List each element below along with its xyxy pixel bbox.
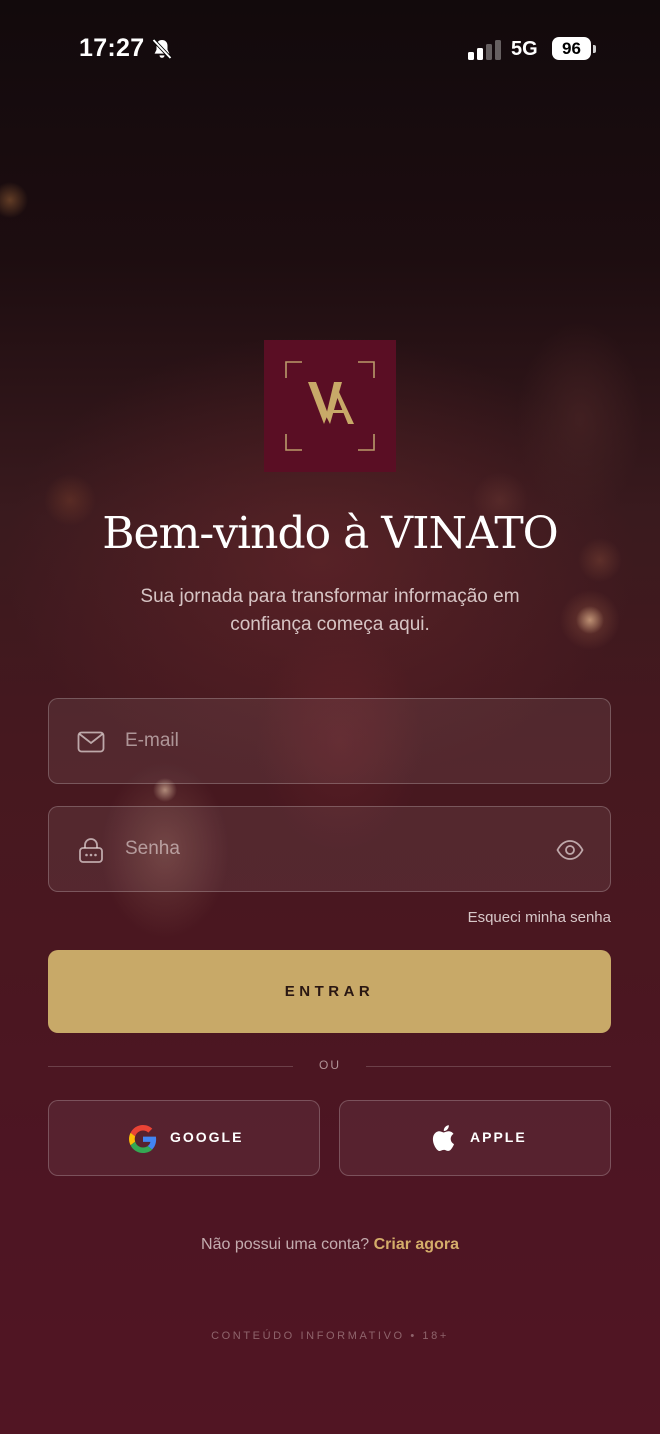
signup-prompt: Não possui uma conta? [201, 1236, 370, 1253]
battery-level: 96 [552, 37, 591, 60]
logo-mark-icon [285, 361, 375, 451]
apple-icon [432, 1125, 454, 1151]
password-placeholder: Senha [125, 838, 180, 859]
status-time: 17:27 [79, 34, 145, 62]
status-bar: 17:27 5G 96 [0, 0, 660, 100]
google-label: GOOGLE [170, 1129, 244, 1145]
login-screen: 17:27 5G 96 Bem-vindo à VINATO Sua jorna… [0, 0, 660, 1434]
forgot-password-link[interactable]: Esqueci minha senha [468, 909, 611, 926]
lock-icon [79, 838, 103, 863]
footer-disclaimer: CONTEÚDO INFORMATIVO • 18+ [211, 1330, 449, 1342]
divider-right [366, 1066, 611, 1067]
google-login-button[interactable]: GOOGLE [48, 1100, 320, 1176]
page-subtitle: Sua jornada para transformar informação … [140, 586, 520, 635]
eye-icon[interactable] [556, 838, 584, 862]
divider-left [48, 1066, 293, 1067]
divider-label: OU [319, 1058, 341, 1072]
apple-login-button[interactable]: APPLE [339, 1100, 611, 1176]
vinato-logo [264, 340, 396, 472]
signup-row: Não possui uma conta? Criar agora [0, 1236, 660, 1254]
create-account-link[interactable]: Criar agora [374, 1236, 459, 1253]
bell-muted-icon [152, 38, 172, 60]
password-field[interactable]: Senha [48, 806, 611, 892]
apple-label: APPLE [470, 1129, 527, 1145]
google-icon [129, 1125, 157, 1153]
page-title: Bem-vindo à VINATO [102, 508, 559, 559]
network-type: 5G [511, 38, 538, 60]
email-field[interactable]: E-mail [48, 698, 611, 784]
mail-icon [77, 731, 105, 753]
login-button[interactable]: ENTRAR [48, 950, 611, 1033]
email-placeholder: E-mail [125, 730, 179, 751]
cellular-signal-icon [468, 40, 501, 60]
battery-icon: 96 [552, 37, 596, 61]
